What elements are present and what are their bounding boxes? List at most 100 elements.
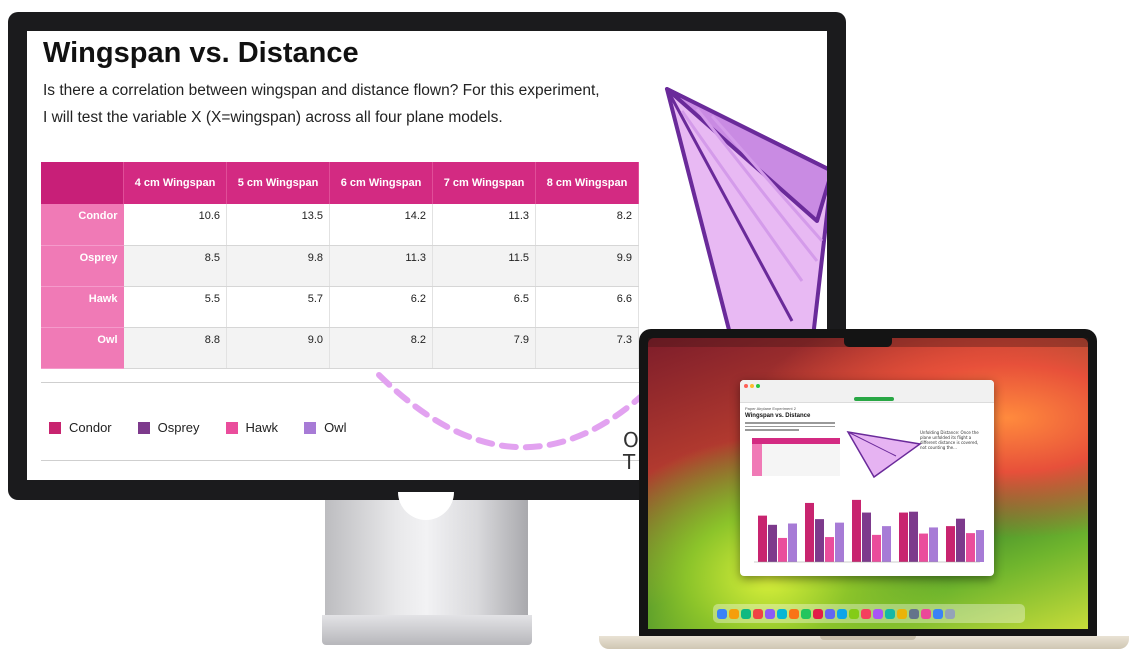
laptop-document-window[interactable]: Paper Airplane Experiment 2 Wingspan vs.… — [740, 380, 994, 576]
paper-airplane-drawing — [665, 87, 827, 363]
dock-app-icon[interactable] — [813, 608, 823, 619]
mini-bar — [805, 502, 814, 562]
mini-bar — [946, 526, 955, 562]
mini-handwritten-note: Unfolding Distance: Once the plane unfol… — [920, 430, 979, 450]
mini-bar — [872, 534, 881, 562]
dock-app-icon[interactable] — [909, 608, 919, 619]
dock-app-icon[interactable] — [789, 608, 799, 619]
page-title: Wingspan vs. Distance — [43, 37, 359, 69]
zoom-window-dot[interactable] — [756, 384, 760, 388]
mini-bar — [835, 522, 844, 562]
table-cell[interactable]: 8.8 — [123, 327, 227, 369]
legend-item-owl: Owl — [304, 420, 346, 435]
column-header[interactable]: 7 cm Wingspan — [432, 162, 536, 204]
dock-app-icon[interactable] — [861, 608, 871, 619]
table-cell[interactable]: 5.7 — [226, 286, 330, 328]
flight-path-sketch — [376, 372, 650, 451]
table-cell[interactable]: 14.2 — [329, 204, 433, 246]
dock-app-icon[interactable] — [825, 608, 835, 619]
column-header[interactable]: 4 cm Wingspan — [123, 162, 227, 204]
mini-bar — [956, 518, 965, 562]
table-cell[interactable]: 11.3 — [329, 245, 433, 287]
legend-swatch — [225, 421, 238, 434]
legend-item-hawk: Hawk — [225, 420, 279, 435]
dock-app-icon[interactable] — [729, 608, 739, 619]
column-header[interactable]: 6 cm Wingspan — [329, 162, 433, 204]
mini-bar — [815, 519, 824, 562]
row-header[interactable]: Owl — [41, 327, 124, 369]
mini-bar — [882, 526, 891, 562]
legend-label: Owl — [324, 420, 347, 435]
column-header[interactable]: 8 cm Wingspan — [535, 162, 639, 204]
table-cell[interactable]: 10.6 — [123, 204, 227, 246]
intro-paragraph: Is there a correlation between wingspan … — [43, 82, 600, 126]
dock-app-icon[interactable] — [873, 608, 883, 619]
mini-table — [752, 438, 840, 476]
mini-bar — [862, 512, 871, 562]
mini-bar-chart — [754, 499, 984, 563]
dock-app-icon[interactable] — [885, 608, 895, 619]
table-cell[interactable]: 11.3 — [432, 204, 536, 246]
table-cell[interactable]: 8.2 — [535, 204, 639, 246]
table-corner-cell[interactable] — [41, 162, 124, 204]
table-cell[interactable]: 11.5 — [432, 245, 536, 287]
dock-app-icon[interactable] — [801, 608, 811, 619]
legend-item-osprey: Osprey — [137, 420, 200, 435]
table-cell[interactable]: 6.2 — [329, 286, 433, 328]
table-cell[interactable]: 9.0 — [226, 327, 330, 369]
dock-app-icon[interactable] — [897, 608, 907, 619]
mini-doc-heading: Wingspan vs. Distance — [745, 413, 811, 419]
laptop-camera-notch — [844, 338, 892, 347]
legend-swatch — [49, 421, 61, 434]
table-row: Condor 10.6 13.5 14.2 11.3 8.2 — [41, 204, 639, 246]
minimize-window-dot[interactable] — [750, 384, 754, 388]
mini-bar — [966, 533, 975, 562]
table-cell[interactable]: 9.8 — [226, 245, 330, 287]
dock-app-icon[interactable] — [741, 608, 751, 619]
mini-bar — [929, 527, 938, 562]
mini-bar — [976, 530, 984, 562]
handwritten-note: O T — [623, 428, 639, 474]
table-header-row: 4 cm Wingspan 5 cm Wingspan 6 cm Wingspa… — [41, 162, 639, 204]
dock-app-icon[interactable] — [717, 608, 727, 619]
table-cell[interactable]: 5.5 — [123, 286, 227, 328]
legend-item-condor: Condor — [49, 420, 112, 435]
mini-text-lines — [745, 422, 835, 433]
column-header[interactable]: 5 cm Wingspan — [226, 162, 330, 204]
dock-app-icon[interactable] — [837, 608, 847, 619]
dock-app-icon[interactable] — [777, 608, 787, 619]
mini-doc-subtitle: Paper Airplane Experiment 2 — [745, 406, 796, 411]
window-controls — [744, 384, 760, 388]
dock-app-icon[interactable] — [765, 608, 775, 619]
mini-bar — [825, 537, 834, 562]
table-row: Hawk 5.5 5.7 6.2 6.5 6.6 — [41, 286, 639, 328]
table-cell[interactable]: 6.5 — [432, 286, 536, 328]
mini-bar — [919, 533, 928, 562]
dock-app-icon[interactable] — [945, 608, 955, 619]
mini-tab-indicator — [854, 397, 894, 401]
mini-toolbar — [740, 380, 994, 403]
legend-swatch — [304, 421, 317, 434]
dock-app-icon[interactable] — [921, 608, 931, 619]
monitor-stand-base — [322, 615, 532, 645]
table-cell[interactable]: 13.5 — [226, 204, 330, 246]
dock-app-icon[interactable] — [753, 608, 763, 619]
table-cell[interactable]: 9.9 — [535, 245, 639, 287]
legend-label: Hawk — [245, 420, 279, 435]
row-header[interactable]: Condor — [41, 204, 124, 246]
mini-airplane-icon — [846, 430, 922, 479]
row-header[interactable]: Hawk — [41, 286, 124, 328]
table-cell[interactable]: 6.6 — [535, 286, 639, 328]
close-window-dot[interactable] — [744, 384, 748, 388]
dock-app-icon[interactable] — [849, 608, 859, 619]
legend-label: Osprey — [157, 420, 200, 435]
table-cell[interactable]: 8.5 — [123, 245, 227, 287]
laptop-dock — [713, 604, 1025, 623]
mini-bar — [758, 515, 767, 562]
data-table[interactable]: 4 cm Wingspan 5 cm Wingspan 6 cm Wingspa… — [41, 162, 639, 369]
row-header[interactable]: Osprey — [41, 245, 124, 287]
legend-swatch — [137, 421, 150, 434]
laptop-base-lip — [820, 636, 916, 640]
dock-app-icon[interactable] — [933, 608, 943, 619]
mini-bar — [778, 537, 787, 562]
